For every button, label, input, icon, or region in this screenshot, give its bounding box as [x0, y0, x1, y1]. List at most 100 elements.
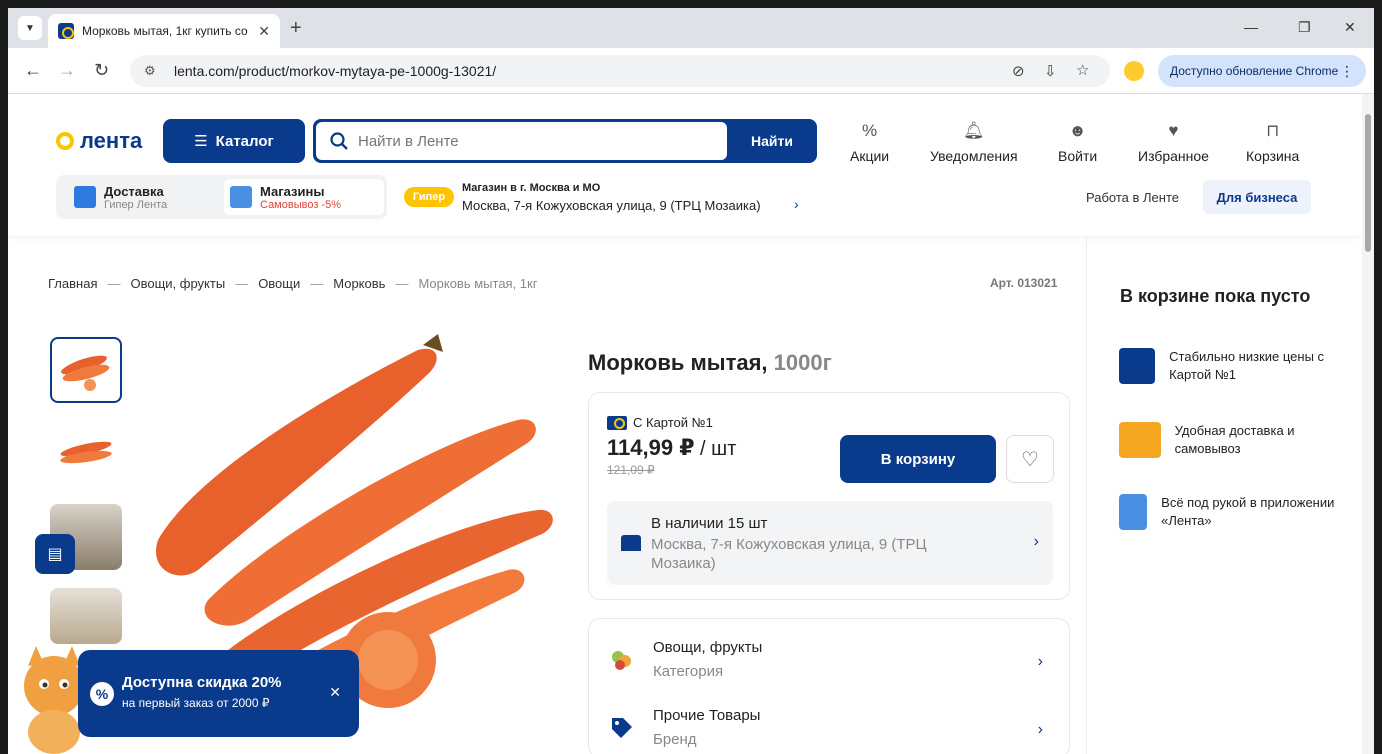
article-number: Арт. 013021 — [990, 276, 1058, 290]
site-header: лента ☰ Каталог Найти % Акции 🔔︎ Уведомл… — [8, 94, 1362, 236]
catalog-button[interactable]: ☰ Каталог — [163, 119, 305, 163]
perk-item: Стабильно низкие цены с Картой №1 — [1119, 348, 1339, 384]
new-tab-icon[interactable]: + — [290, 17, 302, 40]
nav-cart[interactable]: ⊓ Корзина — [1246, 120, 1299, 164]
breadcrumb-item[interactable]: Морковь — [333, 276, 385, 291]
delivery-truck-icon — [1119, 422, 1161, 458]
stores-option[interactable]: Магазины Самовывоз -5% — [224, 179, 384, 215]
active-tab[interactable]: Морковь мытая, 1кг купить со ✕ — [48, 14, 280, 48]
tab-search-button[interactable]: ▼ — [18, 16, 42, 40]
scrollbar-thumb[interactable] — [1365, 114, 1371, 252]
breadcrumb-item[interactable]: Главная — [48, 276, 97, 291]
product-title: Морковь мытая, 1000г — [588, 350, 832, 376]
favorite-button[interactable]: ♡ — [1006, 435, 1054, 483]
price-value: 114,99 ₽ — [607, 435, 695, 460]
brand-title: Прочие Товары — [653, 707, 761, 724]
reload-icon[interactable]: ↻ — [94, 60, 109, 81]
forward-icon[interactable]: → — [58, 60, 76, 81]
page: лента ☰ Каталог Найти % Акции 🔔︎ Уведомл… — [8, 94, 1362, 754]
install-app-icon[interactable]: ⇩ — [1044, 62, 1057, 80]
business-button[interactable]: Для бизнеса — [1203, 180, 1311, 214]
logo-text: лента — [80, 128, 143, 153]
chevron-right-icon: › — [1037, 721, 1043, 738]
nav-promotions[interactable]: % Акции — [850, 120, 889, 164]
thumbnail-2[interactable] — [50, 420, 122, 486]
breadcrumb-current: Морковь мытая, 1кг — [418, 276, 538, 291]
chevron-right-icon: › — [1033, 533, 1039, 550]
product-info-card: Овощи, фрукты Категория › Прочие Товары … — [588, 618, 1070, 754]
search-input[interactable] — [358, 132, 698, 150]
breadcrumb: Главная — Овощи, фрукты — Овощи — Морков… — [48, 276, 537, 291]
list-icon: ☰ — [194, 133, 208, 150]
breadcrumb-item[interactable]: Овощи, фрукты — [130, 276, 225, 291]
nav-login[interactable]: ☻ Войти — [1058, 120, 1097, 164]
tracking-off-icon[interactable]: ⊘ — [1012, 62, 1025, 80]
add-to-cart-button[interactable]: В корзину — [840, 435, 996, 483]
product-weight: 1000г — [773, 350, 832, 375]
category-row[interactable]: Овощи, фрукты Категория › — [607, 639, 1053, 689]
promo-banner[interactable]: % Доступна скидка 20% на первый заказ от… — [78, 650, 359, 737]
work-link[interactable]: Работа в Ленте — [1086, 190, 1179, 205]
smile-icon: ☻ — [1068, 121, 1087, 140]
brand-sub: Бренд — [653, 731, 697, 748]
delivery-option[interactable]: Доставка Гипер Лента — [68, 179, 173, 215]
chrome-update-button[interactable]: Доступно обновление Chrome ⋮ — [1158, 55, 1366, 87]
lenta-logo[interactable]: лента — [56, 128, 142, 154]
stores-title: Магазины — [260, 183, 325, 199]
extension-icon[interactable] — [1124, 61, 1144, 81]
breadcrumb-sep: — — [107, 276, 121, 291]
heart-icon: ♥ — [1168, 121, 1179, 140]
brand-row[interactable]: Прочие Товары Бренд › — [607, 707, 1053, 754]
nav-notifications[interactable]: 🔔︎ Уведомления — [930, 120, 1018, 164]
promo-sub: на первый заказ от 2000 ₽ — [122, 696, 270, 710]
chevron-right-icon: › — [1037, 653, 1043, 670]
product-name: Морковь мытая, — [588, 350, 768, 375]
chevron-down-icon: ▼ — [25, 22, 35, 34]
url-text: lenta.com/product/morkov-mytaya-pe-1000g… — [174, 63, 497, 79]
menu-dots-icon[interactable]: ⋮ — [1340, 63, 1354, 80]
catalog-label: Каталог — [215, 132, 274, 150]
thumbnail-1[interactable] — [50, 337, 122, 403]
category-sub: Категория — [653, 663, 724, 680]
store-address[interactable]: Москва, 7-я Кожуховская улица, 9 (ТРЦ Мо… — [462, 198, 761, 213]
vegetables-icon — [612, 651, 631, 670]
nav-label: Акции — [850, 148, 890, 164]
search-bar: Найти — [313, 119, 817, 163]
chat-icon: ▤ — [47, 546, 63, 563]
cart-empty-title: В корзине пока пусто — [1120, 286, 1311, 306]
chevron-right-icon[interactable]: › — [794, 196, 799, 212]
site-info-icon[interactable]: ⚙ — [144, 63, 162, 79]
nav-label: Уведомления — [930, 148, 1018, 164]
store-icon — [230, 186, 252, 208]
stock-title: В наличии 15 шт — [651, 515, 768, 532]
nav-favorites[interactable]: ♥ Избранное — [1138, 120, 1209, 164]
store-type-badge: Гипер — [404, 187, 454, 207]
thumbnail-4[interactable] — [50, 588, 122, 644]
close-window-icon[interactable]: ✕ — [1344, 19, 1356, 36]
perk-item: Всё под рукой в приложении «Лента» — [1119, 494, 1339, 530]
minimize-icon[interactable]: — — [1244, 19, 1258, 35]
percent-icon: % — [90, 682, 114, 706]
bookmark-star-icon[interactable]: ☆ — [1076, 61, 1089, 79]
chat-button[interactable]: ▤ — [35, 534, 75, 574]
address-bar[interactable]: ⚙ lenta.com/product/morkov-mytaya-pe-100… — [130, 55, 1110, 87]
page-scrollbar[interactable] — [1362, 94, 1374, 754]
close-icon[interactable]: ✕ — [329, 684, 341, 701]
search-field[interactable] — [316, 122, 727, 160]
promo-title: Доступна скидка 20% — [122, 674, 282, 691]
mobile-app-icon — [1119, 494, 1148, 530]
stock-info[interactable]: В наличии 15 шт Москва, 7-я Кожуховская … — [607, 501, 1053, 585]
perk-item: Удобная доставка и самовывоз — [1119, 422, 1339, 458]
search-button[interactable]: Найти — [727, 119, 817, 163]
restore-icon[interactable]: ❐ — [1298, 19, 1311, 36]
nav-label: Войти — [1058, 148, 1098, 164]
product-price: 114,99 ₽ / шт — [607, 435, 736, 461]
tab-strip: ▼ Морковь мытая, 1кг купить со ✕ + — ❐ ✕ — [8, 8, 1374, 48]
back-icon[interactable]: ← — [24, 60, 42, 81]
close-tab-icon[interactable]: ✕ — [258, 23, 270, 40]
breadcrumb-item[interactable]: Овощи — [258, 276, 300, 291]
delivery-title: Доставка — [104, 183, 164, 199]
browser-toolbar: ← → ↻ ⚙ lenta.com/product/morkov-mytaya-… — [8, 48, 1374, 94]
carrot-thumb-image — [60, 441, 112, 464]
breadcrumb-sep: — — [310, 276, 324, 291]
